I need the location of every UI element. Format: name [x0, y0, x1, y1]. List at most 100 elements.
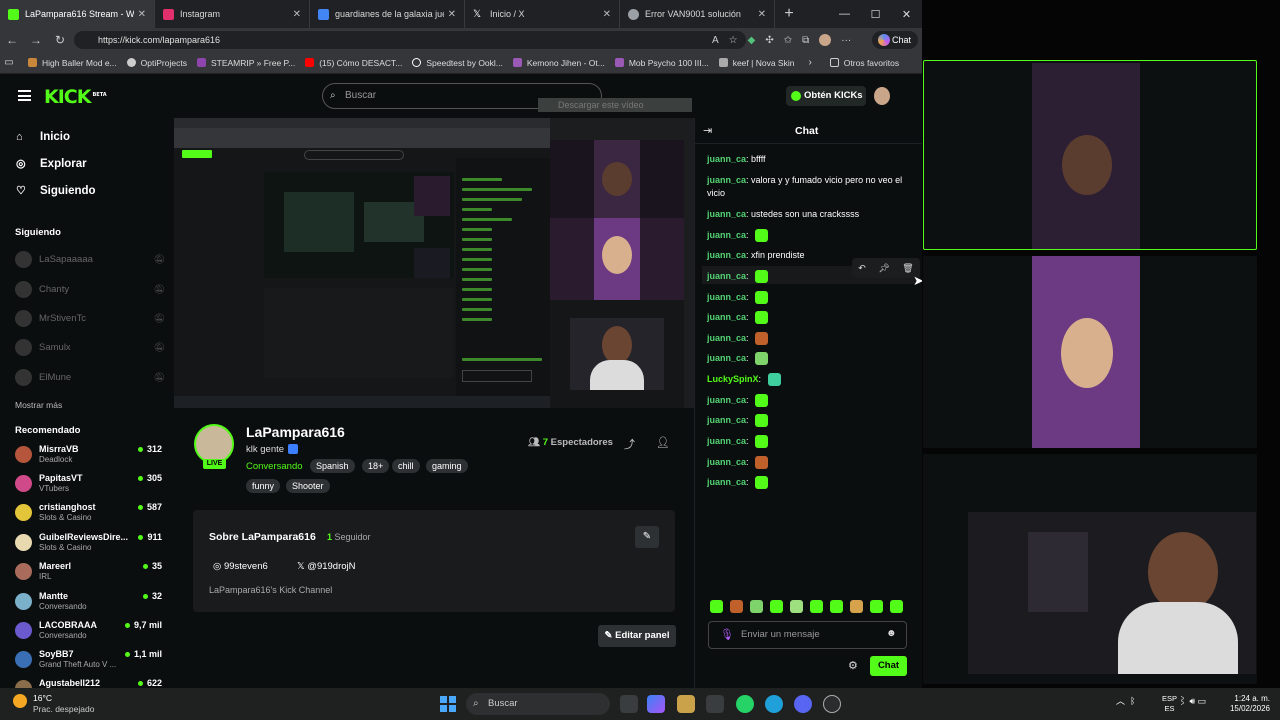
chat-username[interactable]: juann_ca	[707, 230, 746, 240]
following-item[interactable]: LaSapaaaaa 🔕︎	[15, 251, 165, 268]
store-icon[interactable]	[706, 695, 724, 713]
emote-icon[interactable]	[730, 600, 743, 613]
close-tab-icon[interactable]: ✕	[448, 9, 456, 20]
following-item[interactable]: Samulx 🔕︎	[15, 339, 165, 356]
chat-username[interactable]: juann_ca	[707, 250, 746, 260]
close-tab-icon[interactable]: ✕	[603, 9, 611, 20]
menu-icon[interactable]	[18, 90, 31, 101]
following-item[interactable]: MrStivenTc 🔕︎	[15, 310, 165, 327]
favorites-icon[interactable]: ✩	[784, 35, 792, 46]
task-view-icon[interactable]	[620, 695, 638, 713]
edit-icon[interactable]: ✎	[635, 526, 659, 548]
chat-message[interactable]: juann_ca:	[707, 332, 915, 346]
close-tab-icon[interactable]: ✕	[758, 9, 766, 20]
recommended-item[interactable]: GuibelReviewsDire... Slots & Casino 911	[15, 532, 165, 554]
puzzle-icon[interactable]: ✣	[765, 35, 773, 46]
chat-username[interactable]: juann_ca	[707, 209, 746, 219]
extension-icon[interactable]: ◆	[748, 35, 756, 46]
chat-message[interactable]: juann_ca:	[707, 456, 915, 470]
chat-username[interactable]: juann_ca	[707, 154, 746, 164]
weather-icon[interactable]	[13, 694, 27, 708]
chat-username[interactable]: juann_ca	[707, 353, 746, 363]
gear-icon[interactable]: ⚙	[848, 659, 858, 672]
chat-message[interactable]: juann_ca:	[707, 291, 915, 305]
chat-username[interactable]: juann_ca	[707, 175, 746, 185]
tag[interactable]: funny	[246, 479, 281, 493]
chat-username[interactable]: juann_ca	[707, 477, 746, 487]
chat-username[interactable]: juann_ca	[707, 415, 746, 425]
chat-username[interactable]: juann_ca	[707, 436, 746, 446]
user-avatar[interactable]	[874, 87, 890, 105]
reply-icon[interactable]: ↶	[858, 263, 866, 274]
tag[interactable]: Spanish	[310, 459, 355, 473]
tag[interactable]: gaming	[426, 459, 468, 473]
emote-icon[interactable]	[810, 600, 823, 613]
chat-message[interactable]: juann_ca: bffff	[707, 153, 915, 166]
app-icon[interactable]	[823, 695, 841, 713]
pin-icon[interactable]: 📌︎	[878, 263, 889, 274]
language-indicator[interactable]: ESP ES	[1162, 694, 1177, 714]
other-favorites[interactable]: Otros favoritos	[829, 58, 899, 68]
recommended-item[interactable]: LACOBRAAA Conversando 9,7 mil	[15, 620, 165, 642]
send-chat-button[interactable]: Chat	[870, 656, 907, 676]
show-more-link[interactable]: Mostrar más	[15, 400, 62, 410]
nav-explore[interactable]: ◎ Explorar	[16, 157, 87, 171]
file-explorer-icon[interactable]	[677, 695, 695, 713]
discord-icon[interactable]	[794, 695, 812, 713]
minimize-icon[interactable]: —	[829, 0, 860, 28]
chat-input[interactable]: Enviar un mensaje	[708, 621, 907, 649]
tab-error[interactable]: Error VAN9001 solución ✕	[620, 0, 775, 28]
volume-icon[interactable]: 🔊︎	[1189, 696, 1195, 706]
tab-search[interactable]: guardianes de la galaxia juego ✕	[310, 0, 465, 28]
new-tab-button[interactable]: +	[775, 0, 803, 28]
profile-icon[interactable]	[819, 34, 832, 46]
tag[interactable]: 18+	[362, 459, 390, 473]
recommended-item[interactable]: cristianghost Slots & Casino 587	[15, 502, 165, 524]
chat-message[interactable]: juann_ca:	[707, 394, 915, 408]
collections-icon[interactable]: ⧉	[802, 35, 809, 46]
tag[interactable]: chill	[392, 459, 420, 473]
recommended-item[interactable]: MisrraVB Deadlock 312	[15, 444, 165, 466]
tab-x[interactable]: 𝕏 Inicio / X ✕	[465, 0, 620, 28]
chat-username[interactable]: juann_ca	[707, 312, 746, 322]
chat-username[interactable]: juann_ca	[707, 292, 746, 302]
tab-actions-icon[interactable]: ▭	[0, 57, 18, 68]
edit-panel-button[interactable]: ✎ Editar panel	[598, 625, 676, 647]
maximize-icon[interactable]: ☐	[860, 0, 891, 28]
star-icon[interactable]: ☆	[729, 35, 738, 46]
start-icon[interactable]	[440, 696, 456, 712]
chat-message[interactable]: juann_ca:	[707, 435, 915, 449]
copilot-app-icon[interactable]	[647, 695, 665, 713]
emote-icon[interactable]	[830, 600, 843, 613]
emote-icon[interactable]	[750, 600, 763, 613]
following-item[interactable]: ElMune 🔕︎	[15, 369, 165, 386]
chat-username[interactable]: LuckySpinX	[707, 374, 759, 384]
channel-avatar[interactable]	[194, 424, 234, 464]
obtain-kicks-button[interactable]: Obtén KICKs	[786, 86, 866, 106]
collapse-chat-icon[interactable]: ⇥	[703, 124, 712, 137]
recommended-item[interactable]: Mareerl IRL 35	[15, 561, 165, 583]
chat-username[interactable]: juann_ca	[707, 395, 746, 405]
bookmark[interactable]: High Baller Mod e...	[28, 58, 117, 68]
delete-icon[interactable]: 🗑︎	[902, 263, 913, 274]
recommended-item[interactable]: SoyBB7 Grand Theft Auto V ... 1,1 mil	[15, 649, 165, 671]
chat-message[interactable]: juann_ca:	[707, 352, 915, 366]
chat-username[interactable]: juann_ca	[707, 457, 746, 467]
chat-message[interactable]: juann_ca: valora y y fumado vicio pero n…	[707, 174, 915, 187]
bookmark[interactable]: Mob Psycho 100 III...	[614, 58, 709, 68]
clock[interactable]: 1:24 a. m. 15/02/2026	[1226, 694, 1270, 714]
bookmark[interactable]: STEAMRIP » Free P...	[196, 58, 295, 68]
share-icon[interactable]: ⤴	[624, 436, 635, 452]
instagram-link[interactable]: ◎ 99steven6	[213, 561, 268, 572]
x-link[interactable]: 𝕏 @919drojN	[297, 561, 356, 572]
chat-message[interactable]: juann_ca:	[707, 311, 915, 325]
nav-following[interactable]: ♡ Siguiendo	[16, 184, 96, 198]
tab-instagram[interactable]: Instagram ✕	[155, 0, 310, 28]
emote-icon[interactable]	[870, 600, 883, 613]
follow-user-icon[interactable]: 👤︎	[656, 436, 670, 449]
bookmark[interactable]: (15) Cómo DESACT...	[305, 58, 402, 68]
following-item[interactable]: Chanty 🔕︎	[15, 281, 165, 298]
tag[interactable]: Shooter	[286, 479, 330, 493]
nav-home[interactable]: ⌂ Inicio	[16, 131, 70, 143]
chevron-right-icon[interactable]: ›	[808, 57, 811, 68]
